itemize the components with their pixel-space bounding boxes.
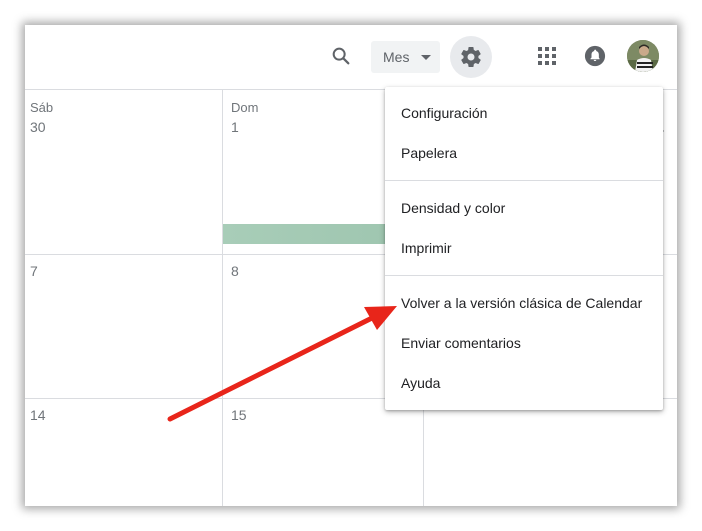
gear-icon — [461, 47, 481, 68]
menu-item-trash[interactable]: Papelera — [385, 133, 663, 173]
notifications-button[interactable] — [581, 42, 609, 70]
weekday-label: Sáb — [30, 100, 54, 115]
weekday-label: Dom — [231, 100, 259, 115]
date-number[interactable]: 1 — [231, 119, 239, 135]
apps-grid-icon — [538, 47, 556, 65]
settings-menu: Configuración Papelera Densidad y color … — [385, 87, 663, 410]
menu-item-density-color[interactable]: Densidad y color — [385, 188, 663, 228]
settings-button[interactable] — [450, 36, 492, 78]
menu-item-feedback[interactable]: Enviar comentarios — [385, 323, 663, 363]
menu-item-print[interactable]: Imprimir — [385, 228, 663, 268]
date-number[interactable]: 15 — [231, 407, 247, 423]
avatar-image — [627, 40, 659, 72]
date-number[interactable]: 14 — [30, 407, 46, 423]
date-number[interactable]: 30 — [30, 119, 46, 135]
menu-item-classic-calendar[interactable]: Volver a la versión clásica de Calendar — [385, 283, 663, 323]
app-window: Mes Sáb 30 Dom 1 7 8 14 15 Configuración… — [25, 25, 677, 506]
apps-button[interactable] — [533, 42, 561, 70]
menu-divider — [385, 275, 663, 276]
chevron-down-icon — [421, 55, 431, 60]
grid-divider — [222, 90, 223, 506]
top-toolbar: Mes — [25, 25, 677, 89]
menu-item-settings[interactable]: Configuración — [385, 93, 663, 133]
menu-divider — [385, 180, 663, 181]
menu-item-help[interactable]: Ayuda — [385, 363, 663, 403]
event-chip[interactable] — [223, 224, 393, 244]
search-button[interactable] — [326, 41, 356, 71]
view-select[interactable]: Mes — [371, 41, 440, 73]
search-icon — [332, 47, 350, 65]
view-select-label: Mes — [383, 49, 410, 65]
notifications-icon — [584, 45, 606, 67]
avatar[interactable] — [627, 40, 659, 72]
date-number[interactable]: 8 — [231, 263, 239, 279]
date-number[interactable]: 7 — [30, 263, 38, 279]
